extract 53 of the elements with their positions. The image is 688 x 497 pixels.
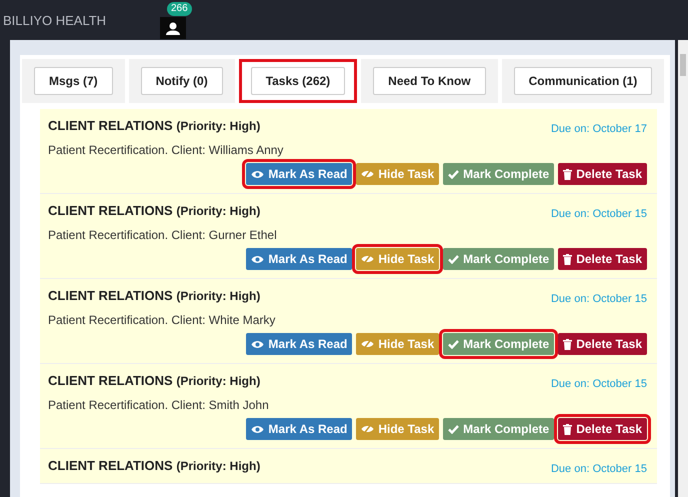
due-date: Due on: October 15 bbox=[550, 293, 647, 305]
delete-task-button[interactable]: Delete Task bbox=[558, 418, 647, 440]
tab[interactable]: Need To Know bbox=[361, 59, 498, 103]
task-title: CLIENT RELATIONS (Priority: High) bbox=[48, 373, 260, 388]
tab-button[interactable]: Communication (1) bbox=[514, 67, 652, 95]
eye-icon bbox=[251, 340, 264, 348]
task-description: Patient Recertification. Client: Smith John bbox=[48, 398, 270, 412]
app-title: BILLIYO HEALTH bbox=[3, 12, 108, 28]
tab-button[interactable]: Msgs (7) bbox=[34, 67, 113, 95]
notification-button[interactable] bbox=[160, 17, 186, 39]
task-title: CLIENT RELATIONS (Priority: High) bbox=[48, 118, 260, 133]
read-task-button[interactable]: Mark As Read bbox=[246, 418, 352, 440]
tab[interactable]: Msgs (7) bbox=[22, 59, 125, 103]
eye-icon bbox=[251, 254, 264, 264]
tab-button[interactable]: Tasks (262) bbox=[250, 67, 346, 95]
checkmark-icon bbox=[448, 424, 460, 434]
read-task-button[interactable]: Mark As Read bbox=[246, 163, 352, 185]
delete-task-button[interactable]: Delete Task bbox=[558, 333, 647, 355]
trash-icon bbox=[563, 424, 572, 434]
checkmark-icon bbox=[448, 170, 460, 178]
notification-count-badge: 266 bbox=[167, 2, 192, 16]
tab-button[interactable]: Need To Know bbox=[373, 67, 486, 95]
trash-icon bbox=[563, 168, 572, 180]
delete-task-button[interactable]: Delete Task bbox=[558, 163, 647, 185]
trash-icon bbox=[563, 338, 572, 350]
read-task-button[interactable]: Mark As Read bbox=[246, 248, 352, 270]
due-date: Due on: October 15 bbox=[550, 463, 647, 475]
eye-slash-icon bbox=[361, 254, 374, 264]
due-date: Due on: October 15 bbox=[550, 378, 647, 390]
task-title: CLIENT RELATIONS (Priority: High) bbox=[48, 203, 260, 218]
due-date: Due on: October 15 bbox=[550, 208, 647, 220]
tab[interactable]: Communication (1) bbox=[502, 59, 664, 103]
task-description: Patient Recertification. Client: Gurner Ethel bbox=[48, 228, 278, 242]
tab-button[interactable]: Notify (0) bbox=[140, 67, 223, 95]
eye-slash-icon bbox=[361, 339, 374, 349]
task-description: Patient Recertification. Client: White Marky bbox=[48, 313, 276, 327]
task-title: CLIENT RELATIONS (Priority: High) bbox=[48, 458, 260, 473]
checkmark-icon bbox=[448, 254, 460, 264]
read-task-button[interactable]: Mark As Read bbox=[246, 333, 352, 355]
delete-task-button[interactable]: Delete Task bbox=[558, 248, 647, 270]
eye-slash-icon bbox=[361, 424, 374, 434]
eye-slash-icon bbox=[361, 169, 374, 179]
scrollbar[interactable] bbox=[678, 40, 688, 497]
eye-icon bbox=[251, 170, 264, 178]
task-description: Patient Recertification. Client: Williams Anny bbox=[48, 143, 284, 157]
trash-icon bbox=[563, 254, 572, 264]
task-title: CLIENT RELATIONS (Priority: High) bbox=[48, 288, 260, 303]
eye-icon bbox=[251, 424, 264, 434]
user-icon bbox=[166, 22, 180, 34]
tab[interactable]: Notify (0) bbox=[128, 59, 235, 103]
due-date: Due on: October 17 bbox=[550, 123, 647, 135]
tab[interactable]: Tasks (262) bbox=[238, 59, 358, 103]
checkmark-icon bbox=[448, 340, 460, 348]
